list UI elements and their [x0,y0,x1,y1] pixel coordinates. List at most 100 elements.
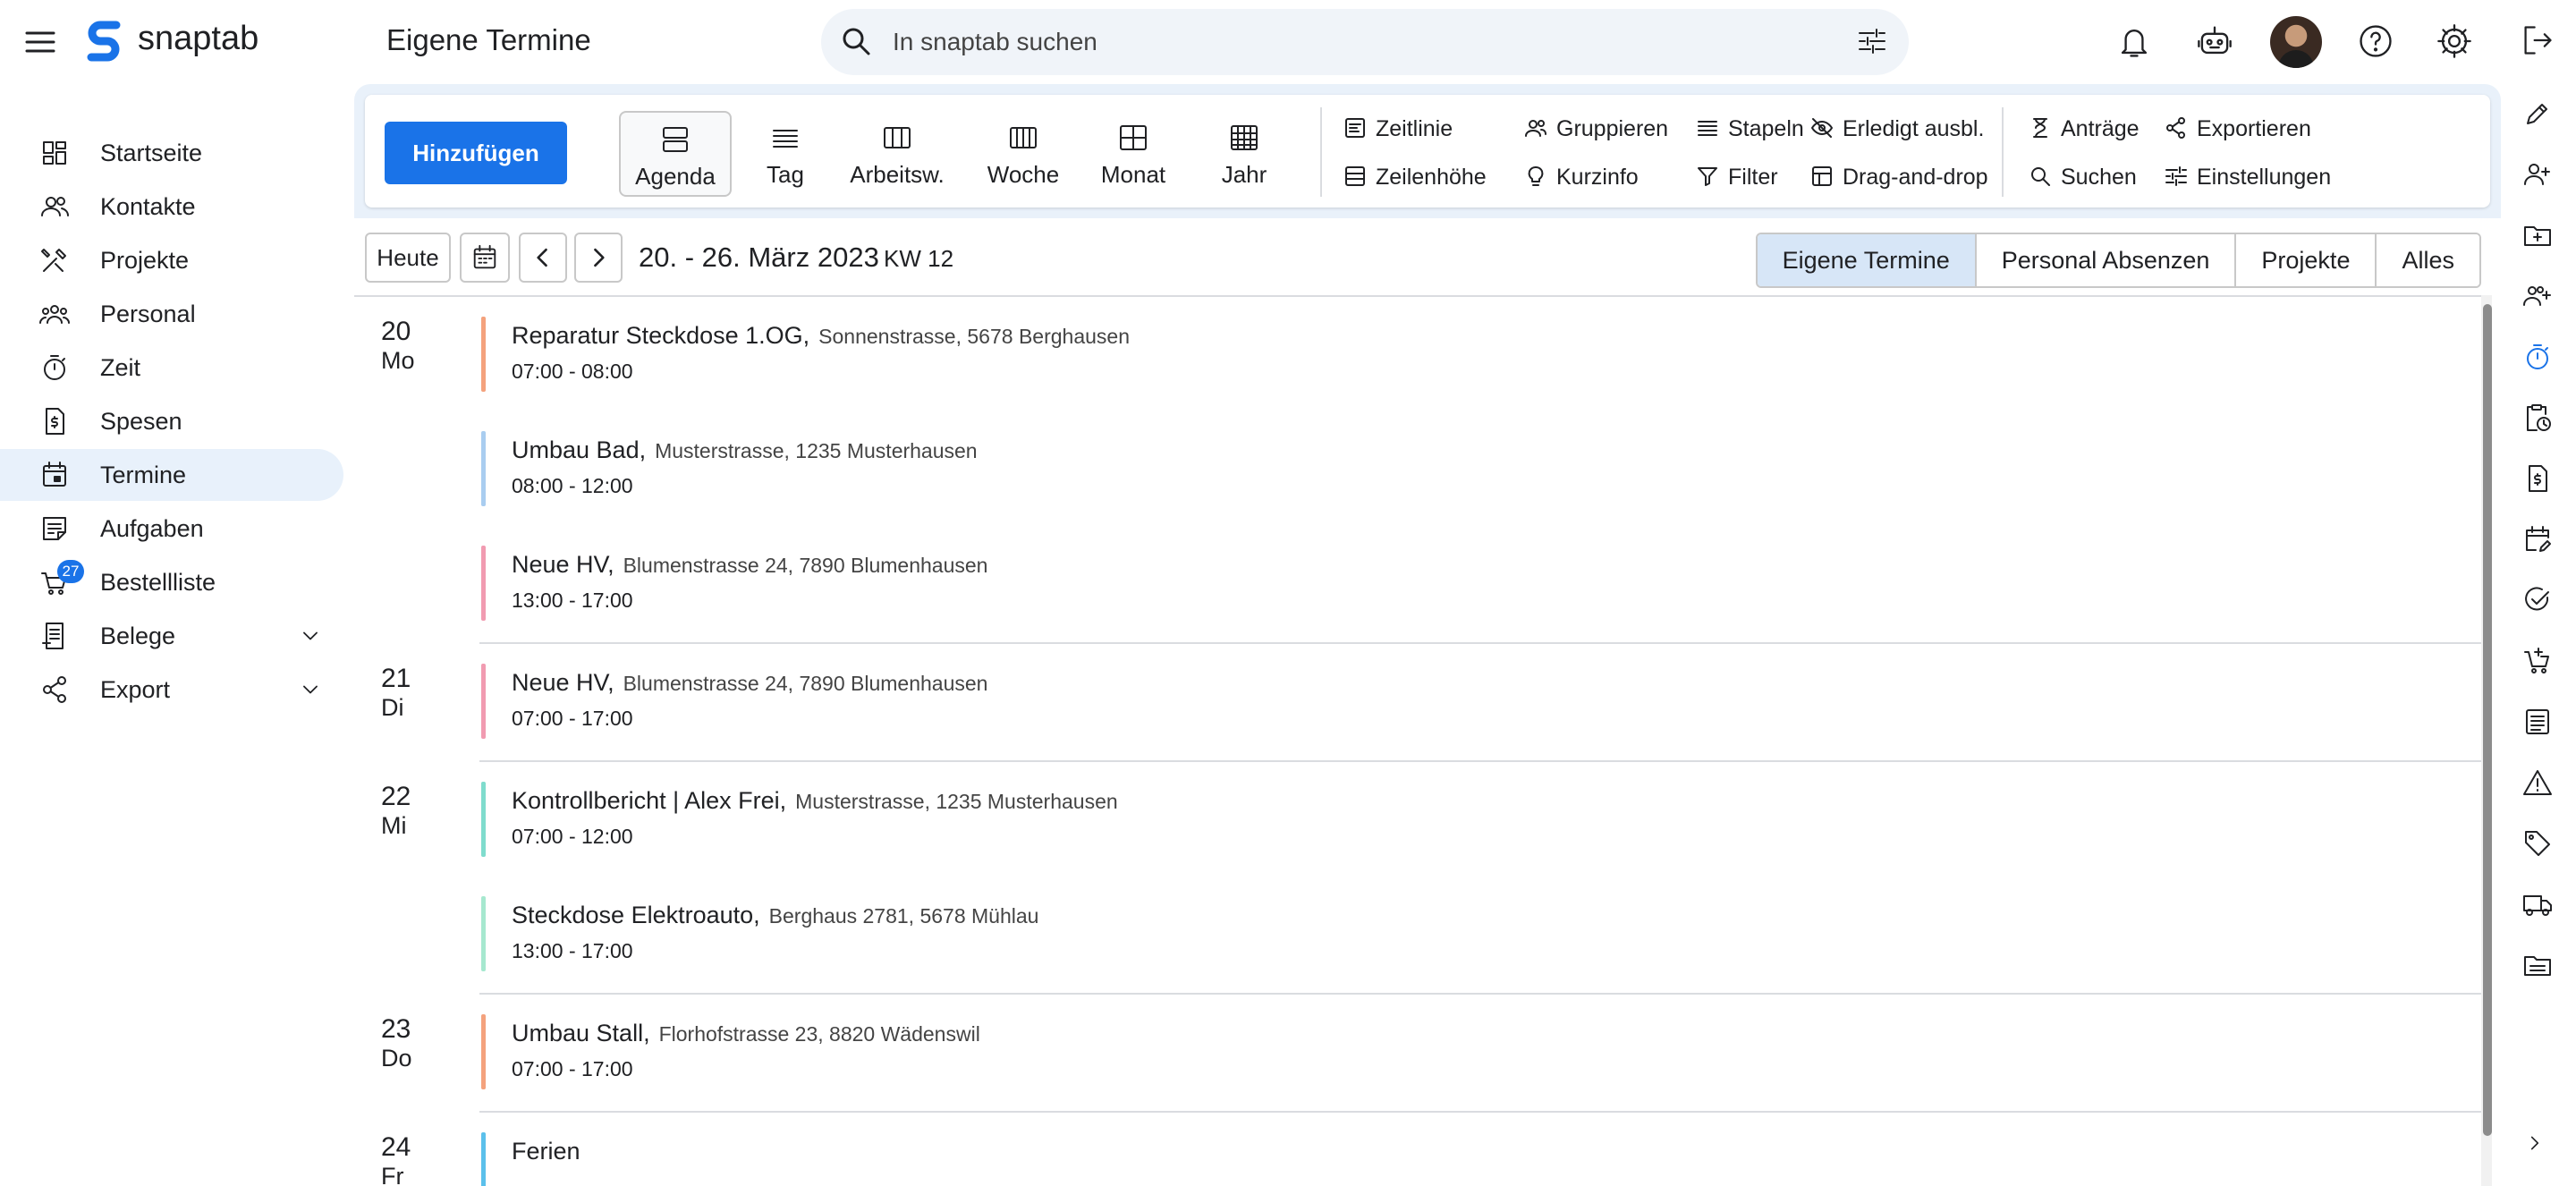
dashboard-icon [39,138,70,168]
folder-list-icon[interactable] [2522,950,2555,982]
stopwatch-icon[interactable] [2522,342,2555,374]
agenda-event[interactable]: Ferien [481,1132,2449,1186]
share-icon [39,674,70,705]
agenda-event[interactable]: Steckdose Elektroauto, Berghaus 2781, 567… [481,896,2449,989]
sidebar-item-export[interactable]: Export [0,664,343,716]
sidebar-item-aufgaben[interactable]: Aufgaben [0,503,343,555]
contacts-icon [39,191,70,222]
toolbar-divider [2002,107,2004,197]
date-range-label: 20. - 26. März 2023 [639,241,879,273]
settings-gear-icon[interactable] [2436,23,2472,59]
clipboard-time-icon[interactable] [2522,402,2555,435]
event-address: Blumenstrasse 24, 7890 Blumenhausen [623,672,988,695]
sidebar-item-kontakte[interactable]: Kontakte [0,181,343,233]
add-to-cart-icon[interactable] [2522,646,2555,678]
agenda-event[interactable]: Reparatur Steckdose 1.OG, Sonnenstrasse, … [481,317,2449,410]
sidebar-item-spesen[interactable]: Spesen [0,395,343,447]
event-title: Neue HV, [512,551,614,578]
agenda-event[interactable]: Neue HV, Blumenstrasse 24, 7890 Blumenhau… [481,546,2449,639]
search-icon[interactable] [841,26,871,56]
delivery-truck-icon[interactable] [2522,889,2555,921]
search-options-icon[interactable] [1857,26,1887,56]
notification-bell-icon[interactable] [2116,23,2152,59]
filter-all[interactable]: Alles [2375,234,2479,286]
next-week-button[interactable] [574,233,623,283]
event-address: Musterstrasse, 1235 Musterhausen [795,790,1118,813]
expense-document-icon[interactable] [2522,463,2555,496]
chevron-down-icon[interactable] [297,676,324,703]
help-icon[interactable] [2358,23,2394,59]
view-month-button[interactable]: Monat [1084,111,1182,197]
view-week-button[interactable]: Woche [970,111,1077,197]
user-avatar[interactable] [2270,16,2322,68]
search-input[interactable] [893,20,1787,64]
chevron-right-icon [594,248,605,267]
calendar-edit-icon[interactable] [2522,524,2555,556]
agenda-event[interactable]: Umbau Stall, Florhofstrasse 23, 8820 Wäde… [481,1014,2449,1107]
event-time: 07:00 - 17:00 [512,707,633,730]
sidebar-item-belege[interactable]: Belege [0,610,343,662]
add-folder-icon[interactable] [2522,220,2555,252]
event-title: Neue HV, [512,669,614,696]
sidebar-item-projekte[interactable]: Projekte [0,234,343,286]
previous-week-button[interactable] [519,233,567,283]
event-address: Berghaus 2781, 5678 Mühlau [768,904,1039,928]
stack-icon [1698,121,1717,136]
warning-triangle-icon[interactable] [2522,767,2555,800]
option-label: Filter [1728,165,1778,190]
tag-icon[interactable] [2522,828,2555,860]
view-workweek-button[interactable]: Arbeitsw. [839,111,955,197]
toolbar-divider [1320,107,1322,197]
filter-staff-absences[interactable]: Personal Absenzen [1974,234,2235,286]
year-view-icon [1231,125,1258,150]
assistant-robot-icon[interactable] [2197,23,2233,59]
agenda-scrollbar-thumb[interactable] [2483,304,2492,1136]
share-icon [2166,117,2185,139]
filter-projects[interactable]: Projekte [2234,234,2376,286]
date-picker-button[interactable] [460,233,510,283]
sidebar-item-personal[interactable]: Personal [0,288,343,340]
view-label: Woche [987,161,1060,188]
calendar-icon [473,244,496,269]
sidebar-item-termine[interactable]: Termine [0,449,343,501]
logout-icon[interactable] [2521,23,2555,57]
date-navigation: Heute 20. - 26. März 2023 KW 12 Eigene T… [365,233,2490,288]
day-number: 21 [381,664,411,693]
chevron-right-icon[interactable] [2522,1131,2555,1163]
view-year-button[interactable]: Jahr [1195,111,1293,197]
team-icon [39,299,70,329]
agenda-event[interactable]: Neue HV, Blumenstrasse 24, 7890 Blumenhau… [481,664,2449,757]
calendar-icon [39,460,70,490]
view-day-button[interactable]: Tag [741,111,830,197]
add-button[interactable]: Hinzufügen [385,122,567,184]
filter-own-appointments[interactable]: Eigene Termine [1757,234,1975,286]
list-document-icon[interactable] [2522,707,2555,739]
sidebar-item-startseite[interactable]: Startseite [0,127,343,179]
event-title: Steckdose Elektroauto, [512,902,760,928]
event-color-bar [481,1132,486,1186]
chevron-down-icon[interactable] [297,623,324,649]
sidebar-item-zeit[interactable]: Zeit [0,342,343,394]
day-number: 24 [381,1132,411,1162]
event-title: Ferien [512,1138,580,1165]
snaptab-logo-icon[interactable] [86,18,122,66]
agenda-event[interactable]: Kontrollbericht | Alex Frei, Musterstrass… [481,782,2449,875]
view-agenda-button[interactable]: Agenda [619,111,732,197]
today-button[interactable]: Heute [365,233,451,283]
event-address: Blumenstrasse 24, 7890 Blumenhausen [623,554,988,577]
tune-sliders-icon [2165,166,2187,186]
hamburger-menu-icon[interactable] [23,25,57,59]
sidebar-item-label: Belege [100,623,176,649]
add-staff-icon[interactable] [2522,281,2555,313]
task-note-icon [39,513,70,544]
day-separator [479,993,2483,995]
agenda-list: 20 Mo Reparatur Steckdose 1.OG, Sonnenstr… [354,295,2492,1186]
hourglass-icon [2033,118,2047,138]
drag-drop-icon [1812,166,1832,186]
option-label: Anträge [2061,116,2140,141]
sidebar-item-bestellliste[interactable]: 27 Bestellliste [0,556,343,608]
add-contact-icon[interactable] [2522,159,2555,191]
edit-pencil-icon[interactable] [2522,98,2555,131]
task-check-icon[interactable] [2522,585,2555,617]
agenda-event[interactable]: Umbau Bad, Musterstrasse, 1235 Musterhaus… [481,431,2449,524]
